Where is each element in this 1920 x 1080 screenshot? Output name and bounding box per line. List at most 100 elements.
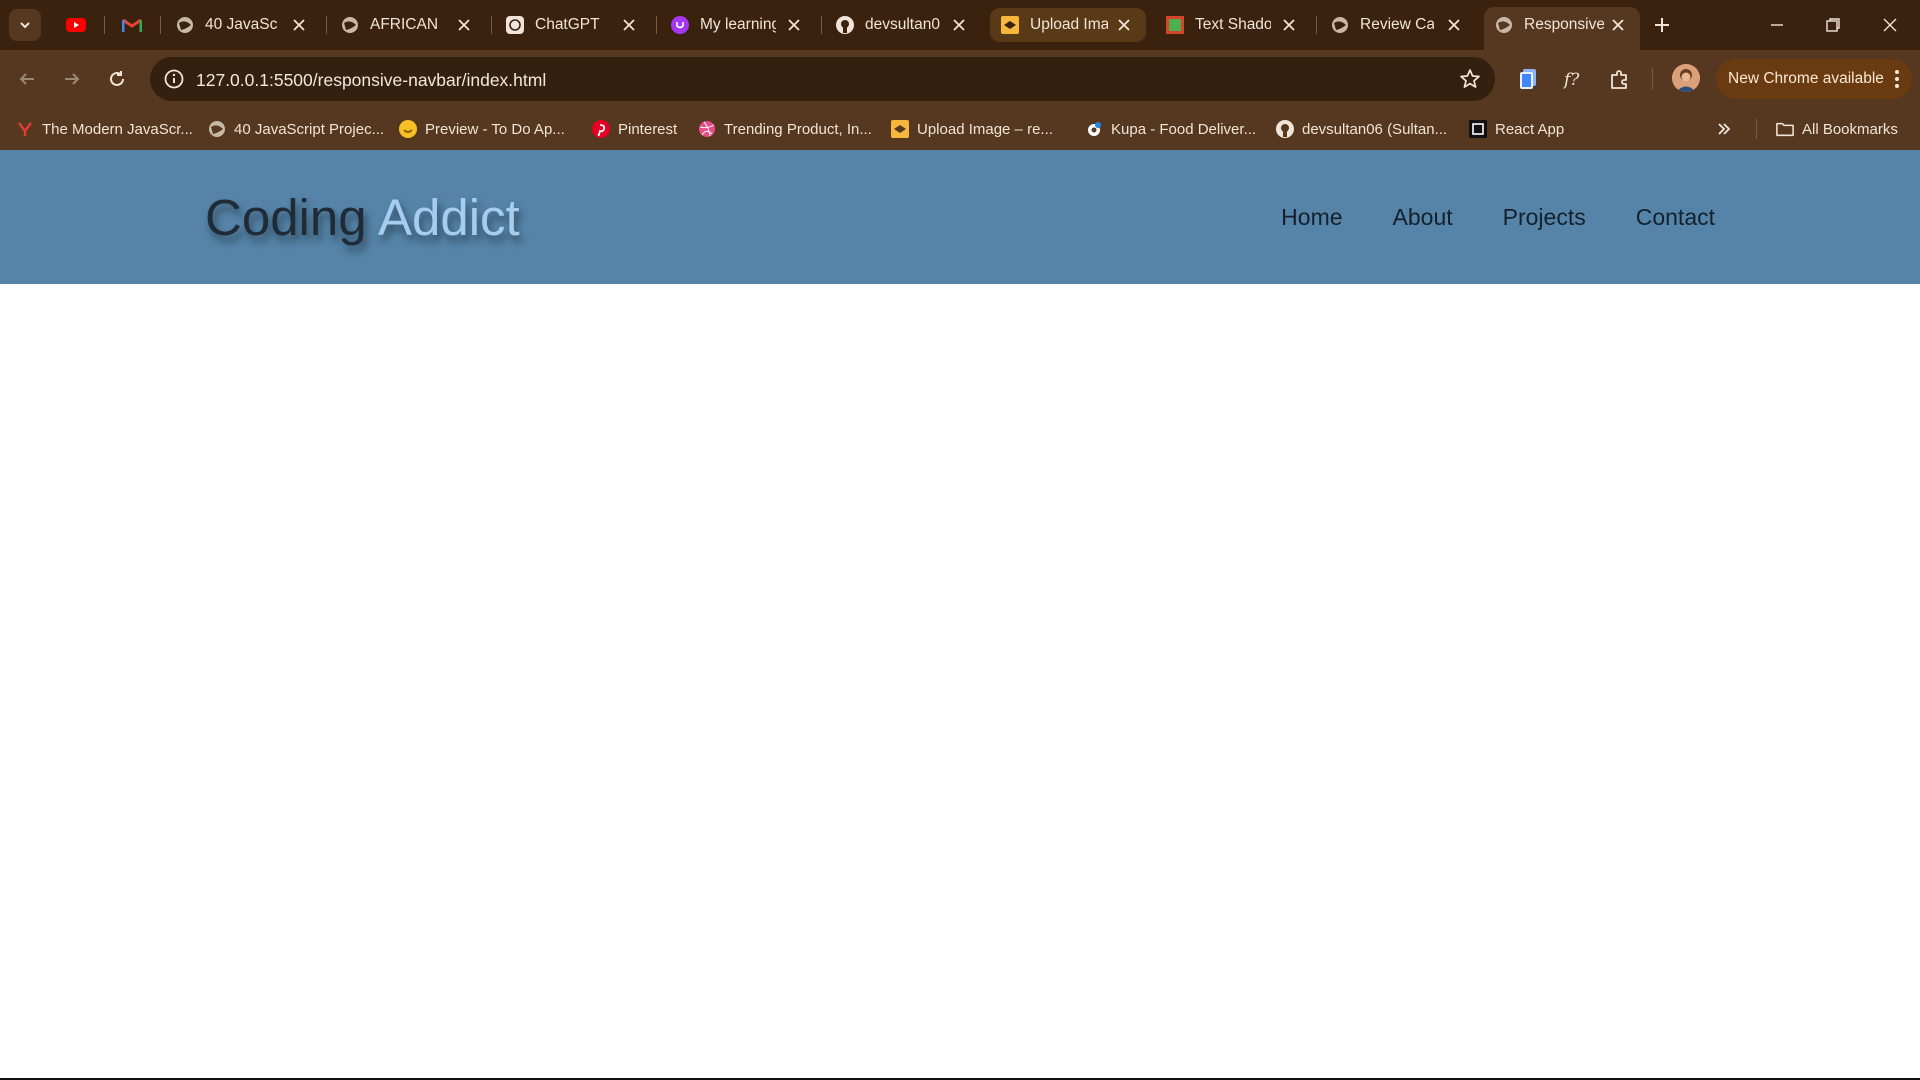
github-icon	[835, 15, 855, 35]
nav-link-home[interactable]: Home	[1281, 204, 1342, 231]
plus-icon	[1655, 18, 1669, 32]
bookmark-item[interactable]: The Modern JavaScr...	[16, 116, 193, 142]
tab-separator	[821, 16, 822, 34]
site-logo[interactable]: Coding Addict	[205, 188, 520, 247]
close-icon[interactable]	[1114, 15, 1134, 35]
tab-title: ChatGPT	[535, 16, 600, 33]
bookmark-label: Preview - To Do Ap...	[425, 120, 565, 138]
smiley-icon	[399, 120, 417, 138]
bookmark-label: devsultan06 (Sultan...	[1302, 120, 1448, 138]
update-label: New Chrome available	[1728, 70, 1884, 87]
nav-link-contact[interactable]: Contact	[1636, 204, 1715, 231]
tab-text-shadow[interactable]: Text Shado	[1155, 8, 1310, 42]
close-icon[interactable]	[289, 15, 309, 35]
tab-title: Review Car	[1360, 16, 1434, 33]
tab-youtube[interactable]	[56, 8, 96, 42]
tab-title: Upload Ima	[1030, 16, 1108, 33]
bookmark-item[interactable]: Kupa - Food Deliver...	[1085, 116, 1256, 142]
toolbar-divider	[1652, 68, 1653, 90]
restore-icon	[1826, 18, 1840, 32]
tab-my-learning[interactable]: My learning	[660, 8, 815, 42]
extension-docs-icon[interactable]	[1515, 65, 1543, 93]
globe-icon	[340, 15, 360, 35]
arrow-right-icon	[65, 73, 80, 85]
globe-icon	[208, 120, 226, 138]
tab-devsultan[interactable]: devsultan0	[825, 8, 980, 42]
tab-title: 40 JavaScri	[205, 16, 277, 33]
star-icon[interactable]	[1459, 68, 1481, 90]
close-icon[interactable]	[949, 15, 969, 35]
close-icon[interactable]	[619, 15, 639, 35]
bookmark-label: Upload Image – re...	[917, 120, 1053, 138]
close-icon[interactable]	[454, 15, 474, 35]
tab-separator	[491, 16, 492, 34]
reload-icon	[110, 71, 124, 86]
dribbble-icon	[698, 120, 716, 138]
extension-fonts-icon[interactable]: f?	[1560, 65, 1588, 93]
gmail-icon	[122, 15, 142, 35]
all-bookmarks-label: All Bookmarks	[1802, 120, 1898, 138]
profile-avatar[interactable]	[1672, 64, 1700, 92]
close-icon[interactable]	[1444, 15, 1464, 35]
tab-review-card[interactable]: Review Car	[1320, 8, 1475, 42]
bookmark-item[interactable]: Pinterest	[592, 116, 677, 142]
tab-title: Text Shado	[1195, 16, 1271, 33]
tab-upload-image[interactable]: Upload Ima	[990, 8, 1146, 42]
close-icon[interactable]	[1608, 15, 1628, 35]
new-tab-button[interactable]	[1648, 11, 1676, 39]
site-navbar: Coding Addict Home About Projects Contac…	[0, 150, 1920, 284]
bookmarks-overflow-button[interactable]	[1716, 116, 1732, 142]
globe-icon	[1330, 15, 1350, 35]
nav-links: Home About Projects Contact	[1281, 204, 1715, 231]
extensions-puzzle-icon[interactable]	[1606, 65, 1634, 93]
youtube-icon	[66, 15, 86, 35]
bookmark-item[interactable]: devsultan06 (Sultan...	[1276, 116, 1447, 142]
all-bookmarks-button[interactable]: All Bookmarks	[1776, 116, 1898, 142]
github-icon	[1276, 120, 1294, 138]
js-icon	[16, 120, 34, 138]
figma-icon	[1085, 120, 1103, 138]
layers-icon	[1000, 15, 1020, 35]
bookmark-item[interactable]: Upload Image – re...	[891, 116, 1053, 142]
globe-icon	[175, 15, 195, 35]
arrow-left-icon	[19, 73, 34, 85]
tab-african[interactable]: AFRICAN C	[330, 8, 485, 42]
bookmark-label: The Modern JavaScr...	[42, 120, 193, 138]
tab-search-button[interactable]	[9, 9, 41, 41]
tab-separator	[1316, 16, 1317, 34]
tab-40-javascript[interactable]: 40 JavaScri	[165, 8, 320, 42]
info-icon[interactable]	[163, 68, 185, 90]
bookmark-label: 40 JavaScript Projec...	[234, 120, 385, 138]
bookmark-item[interactable]: Preview - To Do Ap...	[399, 116, 565, 142]
close-window-button[interactable]	[1877, 12, 1903, 38]
bookmark-item[interactable]: 40 JavaScript Projec...	[208, 116, 384, 142]
tab-title: AFRICAN C	[370, 16, 438, 33]
tab-chatgpt[interactable]: ChatGPT	[495, 8, 650, 42]
close-icon[interactable]	[1279, 15, 1299, 35]
bookmark-label: React App	[1495, 120, 1565, 138]
page-viewport: Coding Addict Home About Projects Contac…	[0, 150, 1920, 1078]
reload-button[interactable]	[102, 64, 132, 94]
forward-button[interactable]	[57, 64, 87, 94]
minimize-icon	[1771, 24, 1783, 26]
chevron-down-icon	[20, 22, 30, 29]
tab-strip: 40 JavaScri AFRICAN C ChatGPT My learnin…	[0, 0, 1920, 50]
react-icon	[1469, 120, 1487, 138]
url-text[interactable]: 127.0.0.1:5500/responsive-navbar/index.h…	[196, 70, 546, 91]
close-icon[interactable]	[784, 15, 804, 35]
restore-button[interactable]	[1820, 12, 1846, 38]
logo-main-text: Coding	[205, 189, 367, 246]
address-bar[interactable]: 127.0.0.1:5500/responsive-navbar/index.h…	[150, 57, 1495, 101]
logo-accent-text: Addict	[377, 189, 520, 246]
back-button[interactable]	[12, 64, 42, 94]
nav-link-projects[interactable]: Projects	[1503, 204, 1586, 231]
nav-link-about[interactable]: About	[1393, 204, 1453, 231]
tab-gmail[interactable]	[112, 8, 152, 42]
bookmark-item[interactable]: Trending Product, In...	[698, 116, 872, 142]
tab-title: Responsive	[1524, 16, 1604, 33]
minimize-button[interactable]	[1764, 12, 1790, 38]
chrome-update-button[interactable]: New Chrome available	[1716, 59, 1912, 99]
bookmarks-divider	[1756, 119, 1757, 139]
tab-responsive-active[interactable]: Responsive	[1484, 7, 1640, 50]
bookmark-item[interactable]: React App	[1469, 116, 1564, 142]
